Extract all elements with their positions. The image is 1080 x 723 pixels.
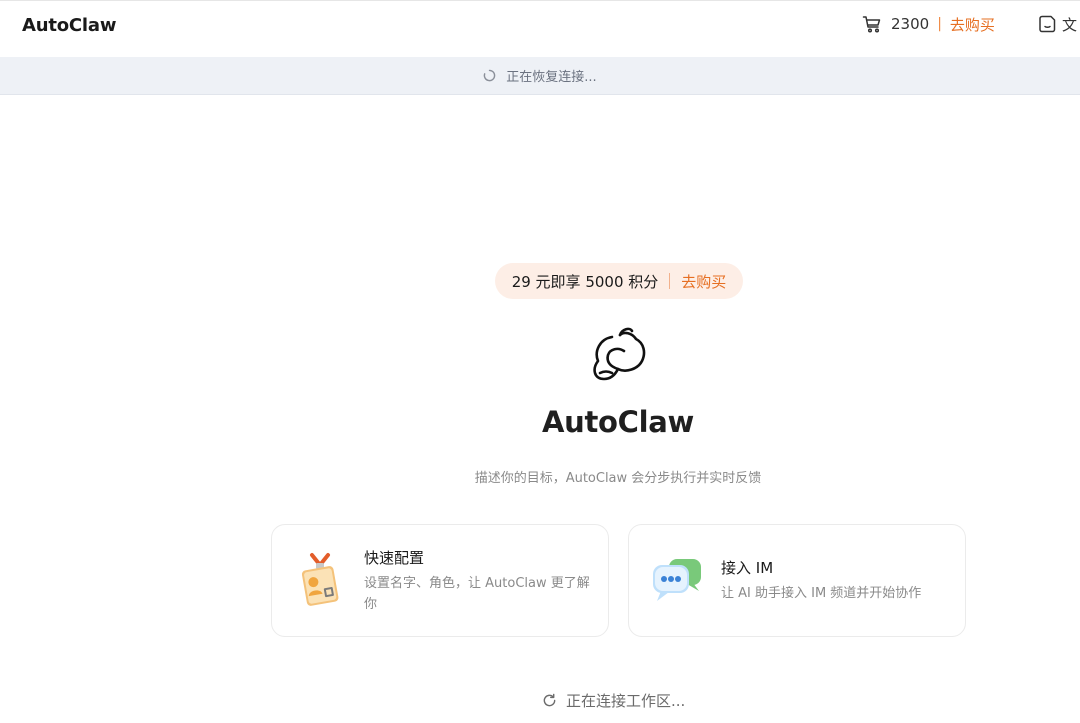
docs-link[interactable]: 文 bbox=[1038, 13, 1077, 35]
reconnect-text: 正在恢复连接... bbox=[506, 70, 597, 85]
chat-bubbles-icon bbox=[653, 559, 701, 601]
connect-im-desc: 让 AI 助手接入 IM 频道并开始协作 bbox=[721, 586, 922, 601]
workspace-status-text: 正在连接工作区... bbox=[566, 691, 686, 710]
refresh-icon bbox=[543, 693, 556, 706]
promo-pill[interactable]: 29 元即享 5000 积分 去购买 bbox=[495, 263, 743, 299]
top-header: AutoClaw 2300 | 去购买 文 bbox=[0, 1, 1080, 57]
quick-setup-desc: 设置名字、角色，让 AutoClaw 更了解你 bbox=[364, 576, 590, 612]
credits-area: 2300 | 去购买 bbox=[862, 13, 995, 35]
workspace-status: 正在连接工作区... bbox=[542, 689, 685, 711]
id-badge-icon bbox=[301, 553, 339, 606]
connect-im-card[interactable]: 接入 IM 让 AI 助手接入 IM 频道并开始协作 bbox=[628, 524, 966, 637]
cart-icon[interactable] bbox=[862, 14, 882, 34]
reconnect-banner: 正在恢复连接... bbox=[0, 57, 1080, 95]
document-icon bbox=[1039, 15, 1056, 33]
quick-setup-card[interactable]: 快速配置 设置名字、角色，让 AutoClaw 更了解你 bbox=[271, 524, 609, 637]
docs-label: 文 bbox=[1062, 15, 1078, 34]
promo-divider bbox=[669, 273, 671, 289]
loading-spinner-icon bbox=[484, 69, 496, 82]
brand-name: AutoClaw bbox=[22, 15, 117, 36]
autoclaw-logo bbox=[593, 327, 646, 381]
header-buy-link[interactable]: 去购买 bbox=[950, 14, 995, 35]
connect-im-title: 接入 IM bbox=[721, 559, 774, 577]
quick-setup-title: 快速配置 bbox=[364, 549, 425, 567]
promo-text: 29 元即享 5000 积分 bbox=[511, 272, 659, 291]
app-window: AutoClaw 2300 | 去购买 文 正在恢复连接... 29 元即享 5… bbox=[0, 0, 1080, 723]
hero-subtitle: 描述你的目标，AutoClaw 会分步执行并实时反馈 bbox=[474, 471, 762, 486]
credit-balance: 2300 bbox=[891, 15, 930, 33]
promo-buy-link[interactable]: 去购买 bbox=[681, 271, 726, 292]
header-separator: | bbox=[937, 16, 942, 32]
hero-title: AutoClaw bbox=[541, 405, 695, 439]
